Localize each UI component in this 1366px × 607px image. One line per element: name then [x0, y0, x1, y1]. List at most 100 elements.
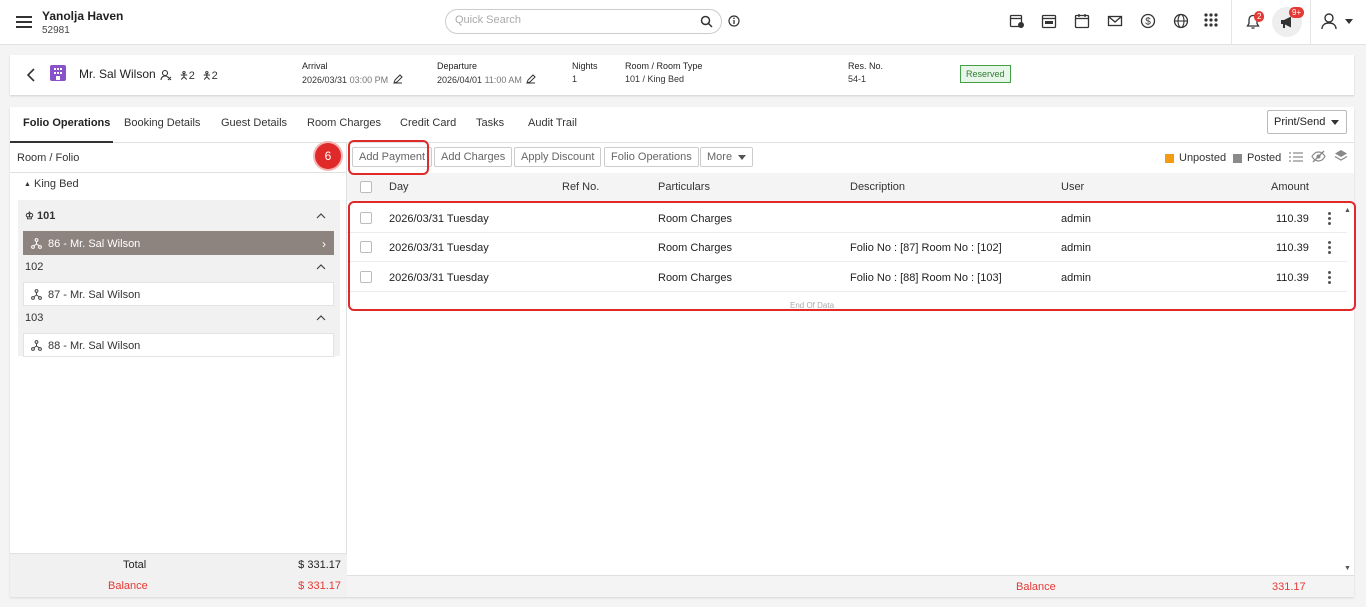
globe-icon[interactable] — [1173, 13, 1189, 29]
posted-swatch — [1233, 154, 1242, 163]
status-badge: Reserved — [960, 65, 1011, 83]
col-user[interactable]: User — [1061, 181, 1084, 193]
folio-item-87[interactable]: 87 - Mr. Sal Wilson — [23, 282, 334, 306]
guest-name[interactable]: Mr. Sal Wilson — [79, 67, 156, 81]
announcement-badge: 9+ — [1289, 7, 1305, 18]
room-type-label: Room / Room Type — [625, 61, 703, 71]
notification-badge: 2 — [1254, 11, 1265, 22]
folio-item-86[interactable]: 86 - Mr. Sal Wilson › — [23, 231, 334, 255]
calendar-icon[interactable] — [1074, 13, 1090, 29]
room-folio-title: Room / Folio — [17, 152, 80, 164]
balance-label: Balance — [108, 580, 148, 592]
nights-value: 1 — [572, 74, 578, 84]
folio-tree: ♔ 101 86 - Mr. Sal Wilson › 102 87 - Mr.… — [18, 200, 340, 357]
print-send-label: Print/Send — [1274, 116, 1326, 128]
room-group-101[interactable]: ♔ 101 — [25, 210, 55, 222]
scroll-down-arrow[interactable]: ▼ — [1344, 565, 1351, 572]
layers-icon[interactable] — [1334, 149, 1348, 163]
nights-label: Nights — [572, 61, 598, 71]
room-number: 101 — [37, 210, 56, 222]
chevron-down-icon[interactable] — [1345, 19, 1353, 24]
user-icon[interactable] — [1320, 12, 1338, 30]
arrival-label: Arrival — [302, 61, 328, 71]
arrival-date: 2026/03/31 — [302, 75, 348, 85]
room-type-name: King Bed — [34, 178, 79, 190]
departure-date: 2026/04/01 — [437, 75, 483, 85]
list-view-icon[interactable] — [1289, 151, 1303, 163]
col-ref-no[interactable]: Ref No. — [562, 181, 599, 193]
adults-count: 2 — [188, 70, 195, 82]
select-all-checkbox[interactable] — [360, 181, 372, 193]
mail-icon[interactable] — [1107, 13, 1123, 29]
room-number: 103 — [25, 312, 44, 324]
edit-icon[interactable] — [526, 74, 537, 84]
folio-item-88[interactable]: 88 - Mr. Sal Wilson — [23, 333, 334, 357]
back-arrow-icon[interactable] — [26, 68, 36, 82]
tab-audit-trail[interactable]: Audit Trail — [528, 117, 577, 129]
departure-label: Departure — [437, 61, 478, 71]
room-type-group[interactable]: ▲ King Bed — [24, 178, 79, 190]
add-charges-button[interactable]: Add Charges — [434, 147, 513, 167]
total-value: $ 331.17 — [298, 559, 341, 571]
col-day[interactable]: Day — [389, 181, 409, 193]
tab-tasks[interactable]: Tasks — [476, 117, 504, 129]
room-group-103[interactable]: 103 — [25, 312, 43, 324]
room-type-value: 101 / King Bed — [625, 74, 685, 84]
col-description[interactable]: Description — [850, 181, 905, 193]
chevron-up-icon[interactable] — [316, 264, 326, 270]
right-totals: Balance 331.17 — [347, 575, 1354, 597]
departure-time: 11:00 AM — [484, 75, 522, 85]
info-icon[interactable] — [728, 15, 740, 27]
res-no-value: 54-1 — [848, 74, 867, 84]
reservation-summary: Mr. Sal Wilson 🯅2 🯅2 Arrival 2026/03/31 … — [10, 55, 1354, 95]
arrival-value: 2026/03/31 03:00 PM — [302, 74, 403, 85]
dollar-icon[interactable]: $ — [1140, 13, 1156, 29]
room-folio-panel: Room / Folio ▲ King Bed ♔ 101 86 - Mr. S… — [10, 143, 347, 597]
folio-label: 87 - Mr. Sal Wilson — [48, 289, 141, 301]
guest-profile-icon[interactable] — [160, 69, 172, 81]
tab-booking-details[interactable]: Booking Details — [124, 117, 200, 129]
calendar-settings-icon[interactable] — [1009, 13, 1025, 29]
folio-panel: Folio Operations Booking Details Guest D… — [10, 107, 1354, 597]
highlight-transactions — [348, 201, 1356, 311]
folio-label: 86 - Mr. Sal Wilson — [48, 238, 141, 250]
tab-credit-card[interactable]: Credit Card — [400, 117, 456, 129]
print-send-dropdown[interactable]: Print/Send — [1267, 110, 1347, 134]
quick-search[interactable] — [445, 9, 722, 34]
apps-grid-icon[interactable] — [1204, 13, 1218, 27]
building-icon — [50, 65, 66, 81]
room-group-102[interactable]: 102 — [25, 261, 43, 273]
col-particulars[interactable]: Particulars — [658, 181, 710, 193]
search-input[interactable] — [455, 14, 685, 26]
apply-discount-button[interactable]: Apply Discount — [514, 147, 602, 167]
balance-value: $ 331.17 — [298, 580, 341, 592]
room-folio-header: Room / Folio — [10, 143, 347, 173]
collapse-triangle-icon: ▲ — [24, 181, 31, 188]
adult-icon: 🯅 — [179, 70, 189, 82]
res-no-label: Res. No. — [848, 61, 884, 71]
tab-guest-details[interactable]: Guest Details — [221, 117, 287, 129]
caret-down-icon — [1331, 120, 1339, 125]
tab-folio-operations[interactable]: Folio Operations — [23, 117, 110, 129]
split-icon — [31, 340, 42, 351]
departure-value: 2026/04/01 11:00 AM — [437, 74, 537, 85]
top-bar: Yanolja Haven 52981 $ 2 9+ — [0, 0, 1366, 45]
children-count: 2 — [211, 70, 218, 82]
arrival-time: 03:00 PM — [349, 75, 389, 85]
tab-room-charges[interactable]: Room Charges — [307, 117, 381, 129]
more-dropdown[interactable]: More — [700, 147, 754, 167]
property-code: 52981 — [42, 25, 70, 36]
search-icon[interactable] — [700, 15, 713, 28]
chevron-up-icon[interactable] — [316, 315, 326, 321]
balance-value: 331.17 — [1272, 581, 1306, 593]
left-totals: Total $ 331.17 Balance $ 331.17 — [10, 553, 347, 597]
menu-icon[interactable] — [16, 16, 32, 28]
posted-label: Posted — [1247, 152, 1282, 164]
calendar-day-icon[interactable] — [1041, 13, 1057, 29]
chevron-up-icon[interactable] — [316, 213, 326, 219]
folio-operations-button[interactable]: Folio Operations — [604, 147, 699, 167]
eye-off-icon[interactable] — [1311, 150, 1326, 163]
divider — [1310, 0, 1311, 45]
edit-icon[interactable] — [392, 74, 403, 84]
col-amount[interactable]: Amount — [1271, 181, 1309, 193]
